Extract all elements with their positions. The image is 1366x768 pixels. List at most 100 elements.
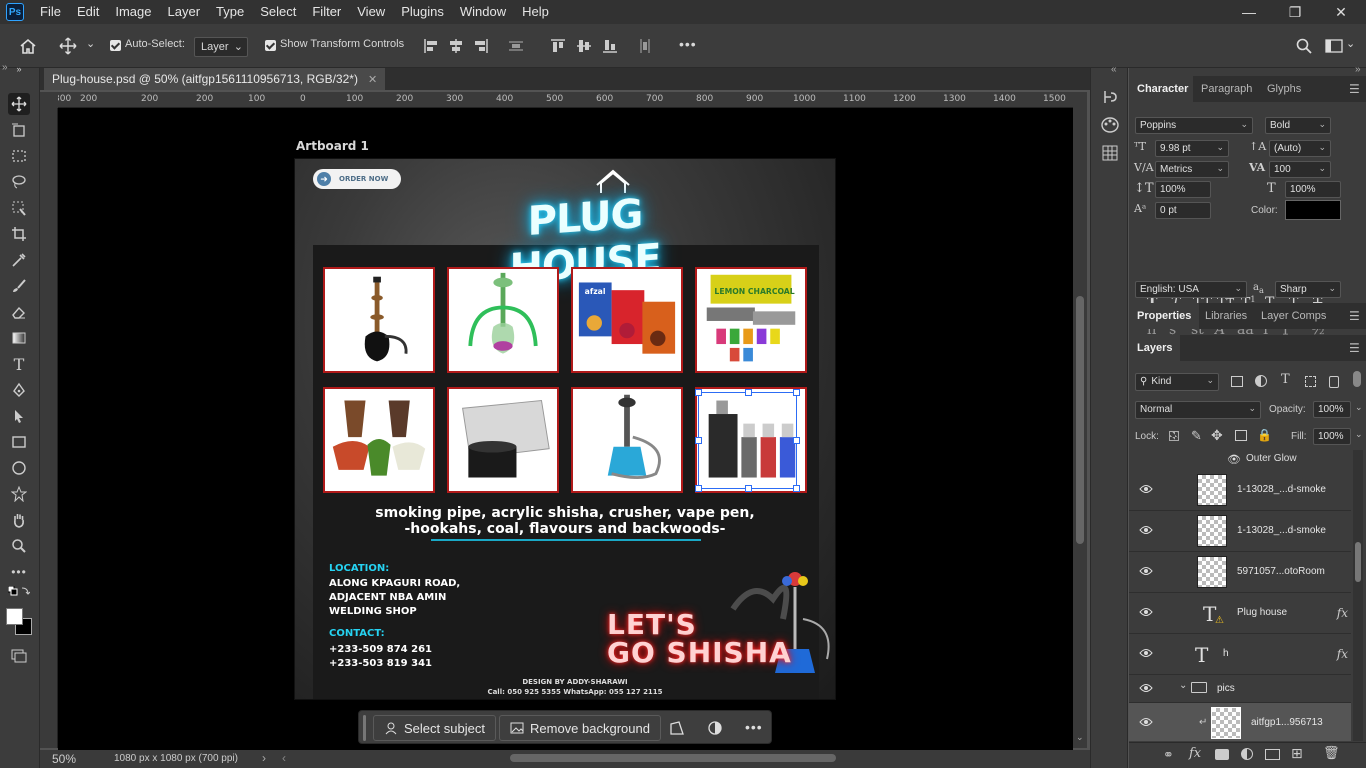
- add-layer-style-icon[interactable]: fx: [1189, 746, 1201, 761]
- marquee-tool-icon[interactable]: [8, 145, 30, 167]
- taskbar-drag-handle[interactable]: [363, 715, 366, 741]
- language-select[interactable]: English: USA ⌄: [1135, 281, 1247, 298]
- layer-effects-icon[interactable]: fx: [1337, 606, 1348, 620]
- fill-field[interactable]: 100%: [1313, 428, 1351, 445]
- tab-libraries[interactable]: Libraries: [1197, 303, 1255, 329]
- tab-character[interactable]: Character: [1129, 76, 1193, 102]
- chevron-down-icon[interactable]: ⌄: [1346, 37, 1355, 50]
- transform-handle-right[interactable]: [793, 437, 800, 444]
- custom-shape-tool-icon[interactable]: [8, 483, 30, 505]
- eye-icon[interactable]: [1139, 607, 1153, 617]
- collapse-panel-icon[interactable]: »: [8, 64, 30, 74]
- antialias-select[interactable]: Sharp ⌄: [1275, 281, 1341, 298]
- delete-layer-icon[interactable]: 🗑: [1323, 745, 1340, 761]
- layer-filter-select[interactable]: ⚲ Kind ⌄: [1135, 373, 1219, 391]
- layer-name[interactable]: 1-13028_...d-smoke: [1237, 484, 1326, 495]
- more-options-button[interactable]: •••: [679, 36, 697, 52]
- opacity-field[interactable]: 100%: [1313, 401, 1351, 418]
- rectangle-tool-icon[interactable]: [8, 431, 30, 453]
- font-family-select[interactable]: Poppins ⌄: [1135, 117, 1253, 134]
- status-menu-chevron-icon[interactable]: ›: [262, 751, 266, 765]
- eye-icon[interactable]: [1139, 525, 1153, 535]
- layer-name[interactable]: aitfgp1...956713: [1251, 717, 1323, 728]
- type-tool-icon[interactable]: T: [8, 353, 30, 375]
- blend-mode-select[interactable]: Normal ⌄: [1135, 401, 1261, 419]
- lasso-tool-icon[interactable]: [8, 171, 30, 193]
- document-info[interactable]: 1080 px x 1080 px (700 ppi): [114, 753, 238, 764]
- distribute-horizontal-icon[interactable]: [635, 36, 655, 56]
- transform-icon[interactable]: [669, 720, 685, 736]
- align-bottom-icon[interactable]: [600, 36, 620, 56]
- menu-help[interactable]: Help: [514, 0, 557, 24]
- transform-handle-bottom-right[interactable]: [793, 485, 800, 492]
- transform-handle-top-right[interactable]: [793, 389, 800, 396]
- restore-icon[interactable]: ❐: [1272, 0, 1318, 24]
- ruler-origin[interactable]: [40, 92, 58, 108]
- artboard-tool-icon[interactable]: [8, 119, 30, 141]
- leading-field[interactable]: (Auto) ⌄: [1269, 140, 1331, 157]
- menu-window[interactable]: Window: [452, 0, 514, 24]
- object-selection-tool-icon[interactable]: [8, 197, 30, 219]
- lock-position-icon[interactable]: ✥: [1211, 427, 1223, 444]
- adjustment-icon[interactable]: [707, 720, 723, 736]
- lock-all-icon[interactable]: 🔒: [1257, 428, 1272, 442]
- search-icon[interactable]: [1294, 36, 1314, 56]
- align-middle-icon[interactable]: [574, 36, 594, 56]
- align-right-icon[interactable]: [471, 36, 491, 56]
- collapse-toolbar-icon[interactable]: »: [2, 62, 8, 73]
- foreground-color-swatch-top[interactable]: [6, 608, 23, 625]
- transform-handle-bottom[interactable]: [745, 485, 752, 492]
- collapse-panels-icon[interactable]: »: [1355, 64, 1361, 75]
- minimize-icon[interactable]: —: [1226, 0, 1272, 24]
- new-layer-icon[interactable]: ⊞: [1291, 745, 1303, 762]
- filter-toggle-switch[interactable]: [1353, 371, 1361, 387]
- menu-image[interactable]: Image: [107, 0, 159, 24]
- layer-row[interactable]: T h fx: [1129, 634, 1351, 675]
- menu-select[interactable]: Select: [252, 0, 304, 24]
- layer-name[interactable]: Plug house: [1237, 607, 1287, 618]
- text-color-swatch[interactable]: [1285, 200, 1341, 220]
- scroll-down-icon[interactable]: ⌄: [1076, 732, 1084, 743]
- history-icon[interactable]: [1101, 88, 1119, 106]
- gradient-tool-icon[interactable]: [8, 327, 30, 349]
- workspace-icon[interactable]: [1324, 36, 1344, 56]
- align-center-icon[interactable]: [446, 36, 466, 56]
- artboard-label[interactable]: Artboard 1: [296, 139, 369, 153]
- eye-icon[interactable]: 👁: [1227, 453, 1241, 466]
- path-selection-tool-icon[interactable]: [8, 405, 30, 427]
- menu-edit[interactable]: Edit: [69, 0, 107, 24]
- menu-plugins[interactable]: Plugins: [393, 0, 452, 24]
- zoom-level[interactable]: 50%: [52, 752, 76, 766]
- vertical-scale-field[interactable]: 100%: [1155, 181, 1211, 198]
- transform-handle-top[interactable]: [745, 389, 752, 396]
- tab-paragraph[interactable]: Paragraph: [1193, 76, 1260, 102]
- move-tool-icon[interactable]: [58, 36, 78, 56]
- layer-row-selected[interactable]: ↵ aitfgp1...956713: [1129, 703, 1351, 741]
- filter-shape-icon[interactable]: [1305, 376, 1316, 387]
- color-swatch-controls-icon[interactable]: [8, 586, 30, 608]
- menu-type[interactable]: Type: [208, 0, 252, 24]
- tab-properties[interactable]: Properties: [1129, 303, 1200, 329]
- filter-type-icon[interactable]: T: [1281, 372, 1290, 387]
- layer-name[interactable]: h: [1223, 648, 1229, 659]
- layer-effects-icon[interactable]: fx: [1337, 647, 1348, 661]
- new-adjustment-icon[interactable]: [1241, 748, 1253, 760]
- color-palette-icon[interactable]: [1101, 116, 1119, 134]
- eraser-tool-icon[interactable]: [8, 301, 30, 323]
- tab-layers[interactable]: Layers: [1129, 335, 1181, 361]
- swatches-grid-icon[interactable]: [1101, 144, 1119, 162]
- transform-controls-checkbox[interactable]: [265, 40, 276, 51]
- tab-glyphs[interactable]: Glyphs: [1259, 76, 1309, 102]
- zoom-tool-icon[interactable]: [8, 535, 30, 557]
- layer-row[interactable]: 5971057...otoRoom: [1129, 552, 1351, 593]
- menu-layer[interactable]: Layer: [160, 0, 209, 24]
- layers-scroll-thumb[interactable]: [1355, 542, 1361, 582]
- chevron-down-icon[interactable]: ⌄: [1355, 402, 1363, 413]
- add-mask-icon[interactable]: [1215, 749, 1229, 760]
- menu-view[interactable]: View: [349, 0, 393, 24]
- auto-select-checkbox[interactable]: [110, 40, 121, 51]
- layer-group-row[interactable]: ⌄ pics: [1129, 675, 1351, 703]
- auto-select-dropdown[interactable]: Layer ⌄: [194, 37, 248, 57]
- align-top-icon[interactable]: [548, 36, 568, 56]
- eye-icon[interactable]: [1139, 717, 1153, 727]
